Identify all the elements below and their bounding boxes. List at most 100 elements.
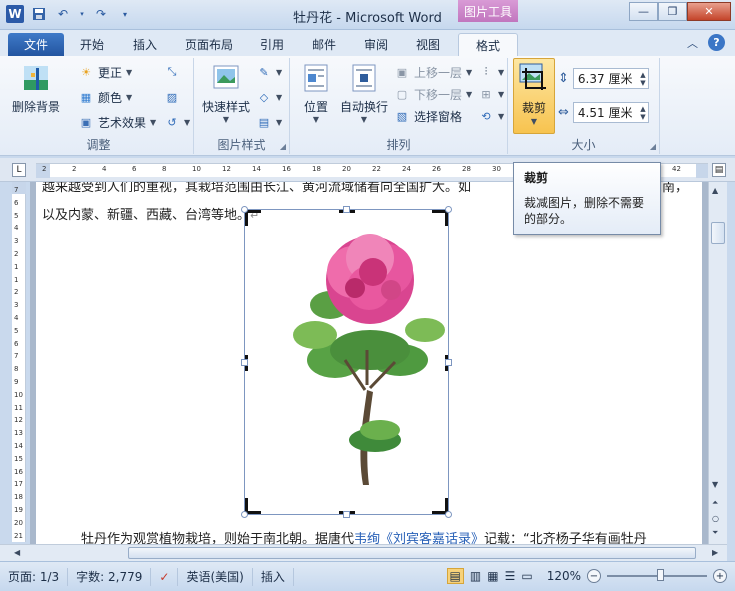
send-backward-button[interactable]: ▢ 下移一层 ▼	[394, 86, 472, 103]
remove-background-button[interactable]: 删除背景	[10, 62, 62, 115]
next-page-icon[interactable]: ⏷	[712, 528, 718, 538]
picture-effects-icon: ◇	[259, 90, 269, 104]
quick-styles-button[interactable]: 快速样式 ▼	[200, 62, 252, 124]
minimize-button[interactable]: —	[629, 2, 658, 21]
zoom-slider-knob[interactable]	[656, 569, 664, 581]
language-indicator[interactable]: 英语(美国)	[178, 567, 253, 586]
spin-down-icon[interactable]: ▼	[640, 79, 645, 87]
dialog-launcher-icon[interactable]: ◢	[650, 142, 656, 151]
link-weixuan[interactable]: 韦绚	[354, 532, 380, 544]
width-input[interactable]: 4.51 厘米 ▲ ▼	[572, 102, 649, 123]
group-objects-button[interactable]: ⊞ ▼	[478, 86, 504, 102]
minimize-ribbon-icon[interactable]: ︿	[687, 35, 698, 51]
selected-picture[interactable]	[241, 206, 452, 518]
resize-handle-bottom-left[interactable]	[241, 511, 248, 518]
compress-pictures-button[interactable]: ⤡	[164, 64, 180, 80]
scroll-up-icon[interactable]: ▲	[712, 186, 718, 195]
picture-border-button[interactable]: ✎ ▼	[256, 64, 282, 80]
resize-handle-top-left[interactable]	[241, 206, 248, 213]
chevron-down-icon: ▼	[360, 115, 368, 124]
tab-references[interactable]: 引用	[250, 33, 294, 56]
view-ruler-icon[interactable]: ▤	[712, 163, 726, 177]
width-spinner[interactable]: ▲ ▼	[638, 105, 648, 121]
vertical-scroll-thumb[interactable]	[711, 222, 725, 244]
tab-format[interactable]: 格式	[458, 33, 518, 56]
link-liubinke[interactable]: 《刘宾客嘉话录》	[380, 532, 484, 544]
zoom-out-icon[interactable]: −	[587, 569, 601, 583]
tab-selector[interactable]: L	[12, 163, 26, 177]
height-field: ⇕ 6.37 厘米 ▲ ▼	[558, 68, 649, 89]
position-icon	[300, 62, 332, 94]
tab-page-layout[interactable]: 页面布局	[176, 33, 242, 56]
close-button[interactable]: ✕	[687, 2, 731, 21]
scroll-right-icon[interactable]: ▶	[712, 548, 718, 557]
page-indicator[interactable]: 页面: 1/3	[0, 567, 69, 586]
resize-handle-bottom-right[interactable]	[445, 511, 452, 518]
document-page[interactable]: 越来越受到人们的重视，其栽培范围由长江、黄河流域储看向全国扩大。如 东南， 以及…	[36, 182, 702, 544]
quick-styles-label: 快速样式	[201, 100, 250, 114]
picture-layout-button[interactable]: ▤ ▼	[256, 114, 282, 130]
proofing-icon: ✓	[159, 569, 170, 584]
ruler-tick-label: 7	[14, 186, 19, 194]
ruler-tick-label: 42	[672, 165, 681, 173]
reset-picture-button[interactable]: ↺ ▼	[164, 114, 190, 130]
change-picture-button[interactable]: ▨	[164, 89, 180, 105]
restore-button[interactable]: ❐	[658, 2, 687, 21]
rotate-button[interactable]: ⟲ ▼	[478, 108, 504, 124]
horizontal-scrollbar[interactable]: ◀ ▶	[0, 544, 727, 561]
proofing-status[interactable]: ✓	[151, 567, 179, 586]
picture-effects-button[interactable]: ◇ ▼	[256, 89, 282, 105]
horizontal-scroll-thumb[interactable]	[128, 547, 696, 559]
select-browse-object-icon[interactable]: ○	[712, 514, 719, 523]
full-screen-reading-icon[interactable]: ▥	[470, 569, 481, 583]
spin-up-icon[interactable]: ▲	[640, 71, 645, 79]
resize-handle-top-right[interactable]	[445, 206, 452, 213]
height-input[interactable]: 6.37 厘米 ▲ ▼	[572, 68, 649, 89]
zoom-level[interactable]: 120%	[547, 569, 581, 583]
dialog-launcher-icon[interactable]: ◢	[280, 142, 286, 151]
selection-pane-button[interactable]: ▧ 选择窗格	[394, 108, 462, 125]
insert-mode[interactable]: 插入	[253, 567, 294, 586]
group-adjust-label: 调整	[86, 138, 111, 152]
crop-button[interactable]: 裁剪 ▼	[513, 58, 555, 134]
help-icon[interactable]: ?	[708, 34, 725, 51]
height-spinner[interactable]: ▲ ▼	[638, 71, 648, 87]
tab-review[interactable]: 审阅	[354, 33, 398, 56]
resize-handle-right[interactable]	[445, 359, 452, 366]
artistic-effects-button[interactable]: ▣ 艺术效果 ▼	[78, 114, 156, 131]
wrap-text-button[interactable]: 自动换行 ▼	[338, 62, 390, 124]
align-button[interactable]: ⫶ ▼	[478, 64, 505, 80]
chevron-down-icon: ▼	[312, 115, 320, 124]
outline-view-icon[interactable]: ☰	[505, 569, 516, 583]
color-button[interactable]: ▦ 颜色 ▼	[78, 89, 132, 106]
web-layout-icon[interactable]: ▦	[487, 569, 498, 583]
rotate-icon: ⟲	[481, 109, 491, 123]
text-line-2: 以及内蒙、新疆、西藏、台湾等地。	[42, 208, 251, 223]
bring-forward-button[interactable]: ▣ 上移一层 ▼	[394, 64, 472, 81]
tooltip-body-line-2: 的部分。	[524, 212, 573, 226]
resize-handle-bottom[interactable]	[343, 511, 350, 518]
zoom-in-icon[interactable]: +	[713, 569, 727, 583]
zoom-slider[interactable]	[607, 569, 707, 581]
scroll-down-icon[interactable]: ▼	[712, 480, 718, 489]
resize-handle-top[interactable]	[343, 206, 350, 213]
tab-view[interactable]: 视图	[406, 33, 450, 56]
position-button[interactable]: 位置 ▼	[296, 62, 336, 124]
spin-down-icon[interactable]: ▼	[640, 113, 645, 121]
scroll-left-icon[interactable]: ◀	[14, 548, 20, 557]
tab-file[interactable]: 文件	[8, 33, 64, 56]
word-count[interactable]: 字数: 2,779	[68, 567, 152, 586]
vertical-scrollbar[interactable]: ▲ ▼ ⏶ ○ ⏷	[708, 182, 727, 544]
spin-up-icon[interactable]: ▲	[640, 105, 645, 113]
tab-mailings[interactable]: 邮件	[302, 33, 346, 56]
resize-handle-left[interactable]	[241, 359, 248, 366]
tab-insert[interactable]: 插入	[122, 33, 168, 56]
draft-view-icon[interactable]: ▭	[521, 569, 532, 583]
vertical-ruler[interactable]: 7 6 5 4 3 2 1 1 2 3 4 5 6 7 8 9 10 11 12 13 14 15 16 17 18 19 20 21	[12, 182, 26, 542]
chevron-down-icon: ▼	[126, 93, 133, 102]
tab-home[interactable]: 开始	[70, 33, 114, 56]
remove-background-icon	[20, 62, 52, 94]
previous-page-icon[interactable]: ⏶	[712, 498, 718, 508]
corrections-button[interactable]: ☀ 更正 ▼	[78, 64, 132, 81]
print-layout-view-icon[interactable]: ▤	[446, 568, 464, 584]
